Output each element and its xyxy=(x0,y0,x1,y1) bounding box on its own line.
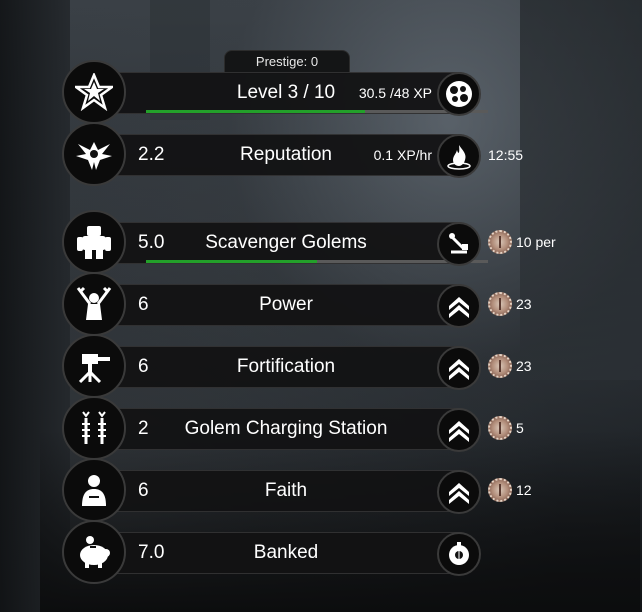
vault-icon[interactable] xyxy=(437,532,481,576)
orbs-icon[interactable] xyxy=(437,72,481,116)
scavenge-icon[interactable] xyxy=(437,222,481,266)
chevron-up-icon[interactable] xyxy=(437,470,481,514)
level-row: Level 3 / 10 30.5 /48 XP xyxy=(62,60,488,124)
chevron-up-icon[interactable] xyxy=(437,346,481,390)
flame-icon[interactable] xyxy=(437,134,481,178)
gear-coin-icon xyxy=(488,230,512,254)
golem-icon xyxy=(62,210,126,274)
background-ruins-right xyxy=(520,0,642,380)
upgrade-row-fortification: 6 Fortification xyxy=(62,334,482,398)
phoenix-icon xyxy=(62,122,126,186)
golems-cost-label: 10 per xyxy=(516,234,556,250)
golems-progress-fill xyxy=(146,260,317,263)
level-progress-fill xyxy=(146,110,365,113)
charging-cost: 5 xyxy=(488,416,524,440)
banked-row: 7.0 Banked xyxy=(62,520,482,584)
gear-coin-icon xyxy=(488,478,512,502)
gear-coin-icon xyxy=(488,292,512,316)
chevron-up-icon[interactable] xyxy=(437,408,481,452)
faith-cost-label: 12 xyxy=(516,482,532,498)
reputation-row: 2.2 Reputation 0.1 XP/hr xyxy=(62,122,482,186)
fortification-cost: 23 xyxy=(488,354,532,378)
charging-cost-label: 5 xyxy=(516,420,524,436)
fortification-cost-label: 23 xyxy=(516,358,532,374)
xp-readout: 30.5 /48 XP xyxy=(358,85,432,101)
power-cost: 23 xyxy=(488,292,532,316)
upgrade-row-power: 6 Power xyxy=(62,272,482,336)
gear-coin-icon xyxy=(488,354,512,378)
reputation-rate: 0.1 XP/hr xyxy=(373,147,432,163)
tesla-icon xyxy=(62,396,126,460)
star-icon xyxy=(62,60,126,124)
upgrade-row-faith: 6 Faith xyxy=(62,458,482,522)
golems-cost: 10 per xyxy=(488,230,556,254)
chevron-up-icon[interactable] xyxy=(437,284,481,328)
golems-row: 5.0 Scavenger Golems xyxy=(62,210,488,274)
power-cost-label: 23 xyxy=(516,296,532,312)
turret-icon xyxy=(62,334,126,398)
power-icon xyxy=(62,272,126,336)
upgrade-row-charging: 2 Golem Charging Station xyxy=(62,396,482,460)
faith-cost: 12 xyxy=(488,478,532,502)
gear-coin-icon xyxy=(488,416,512,440)
reputation-timer: 12:55 xyxy=(488,147,524,163)
monk-icon xyxy=(62,458,126,522)
piggy-bank-icon xyxy=(62,520,126,584)
